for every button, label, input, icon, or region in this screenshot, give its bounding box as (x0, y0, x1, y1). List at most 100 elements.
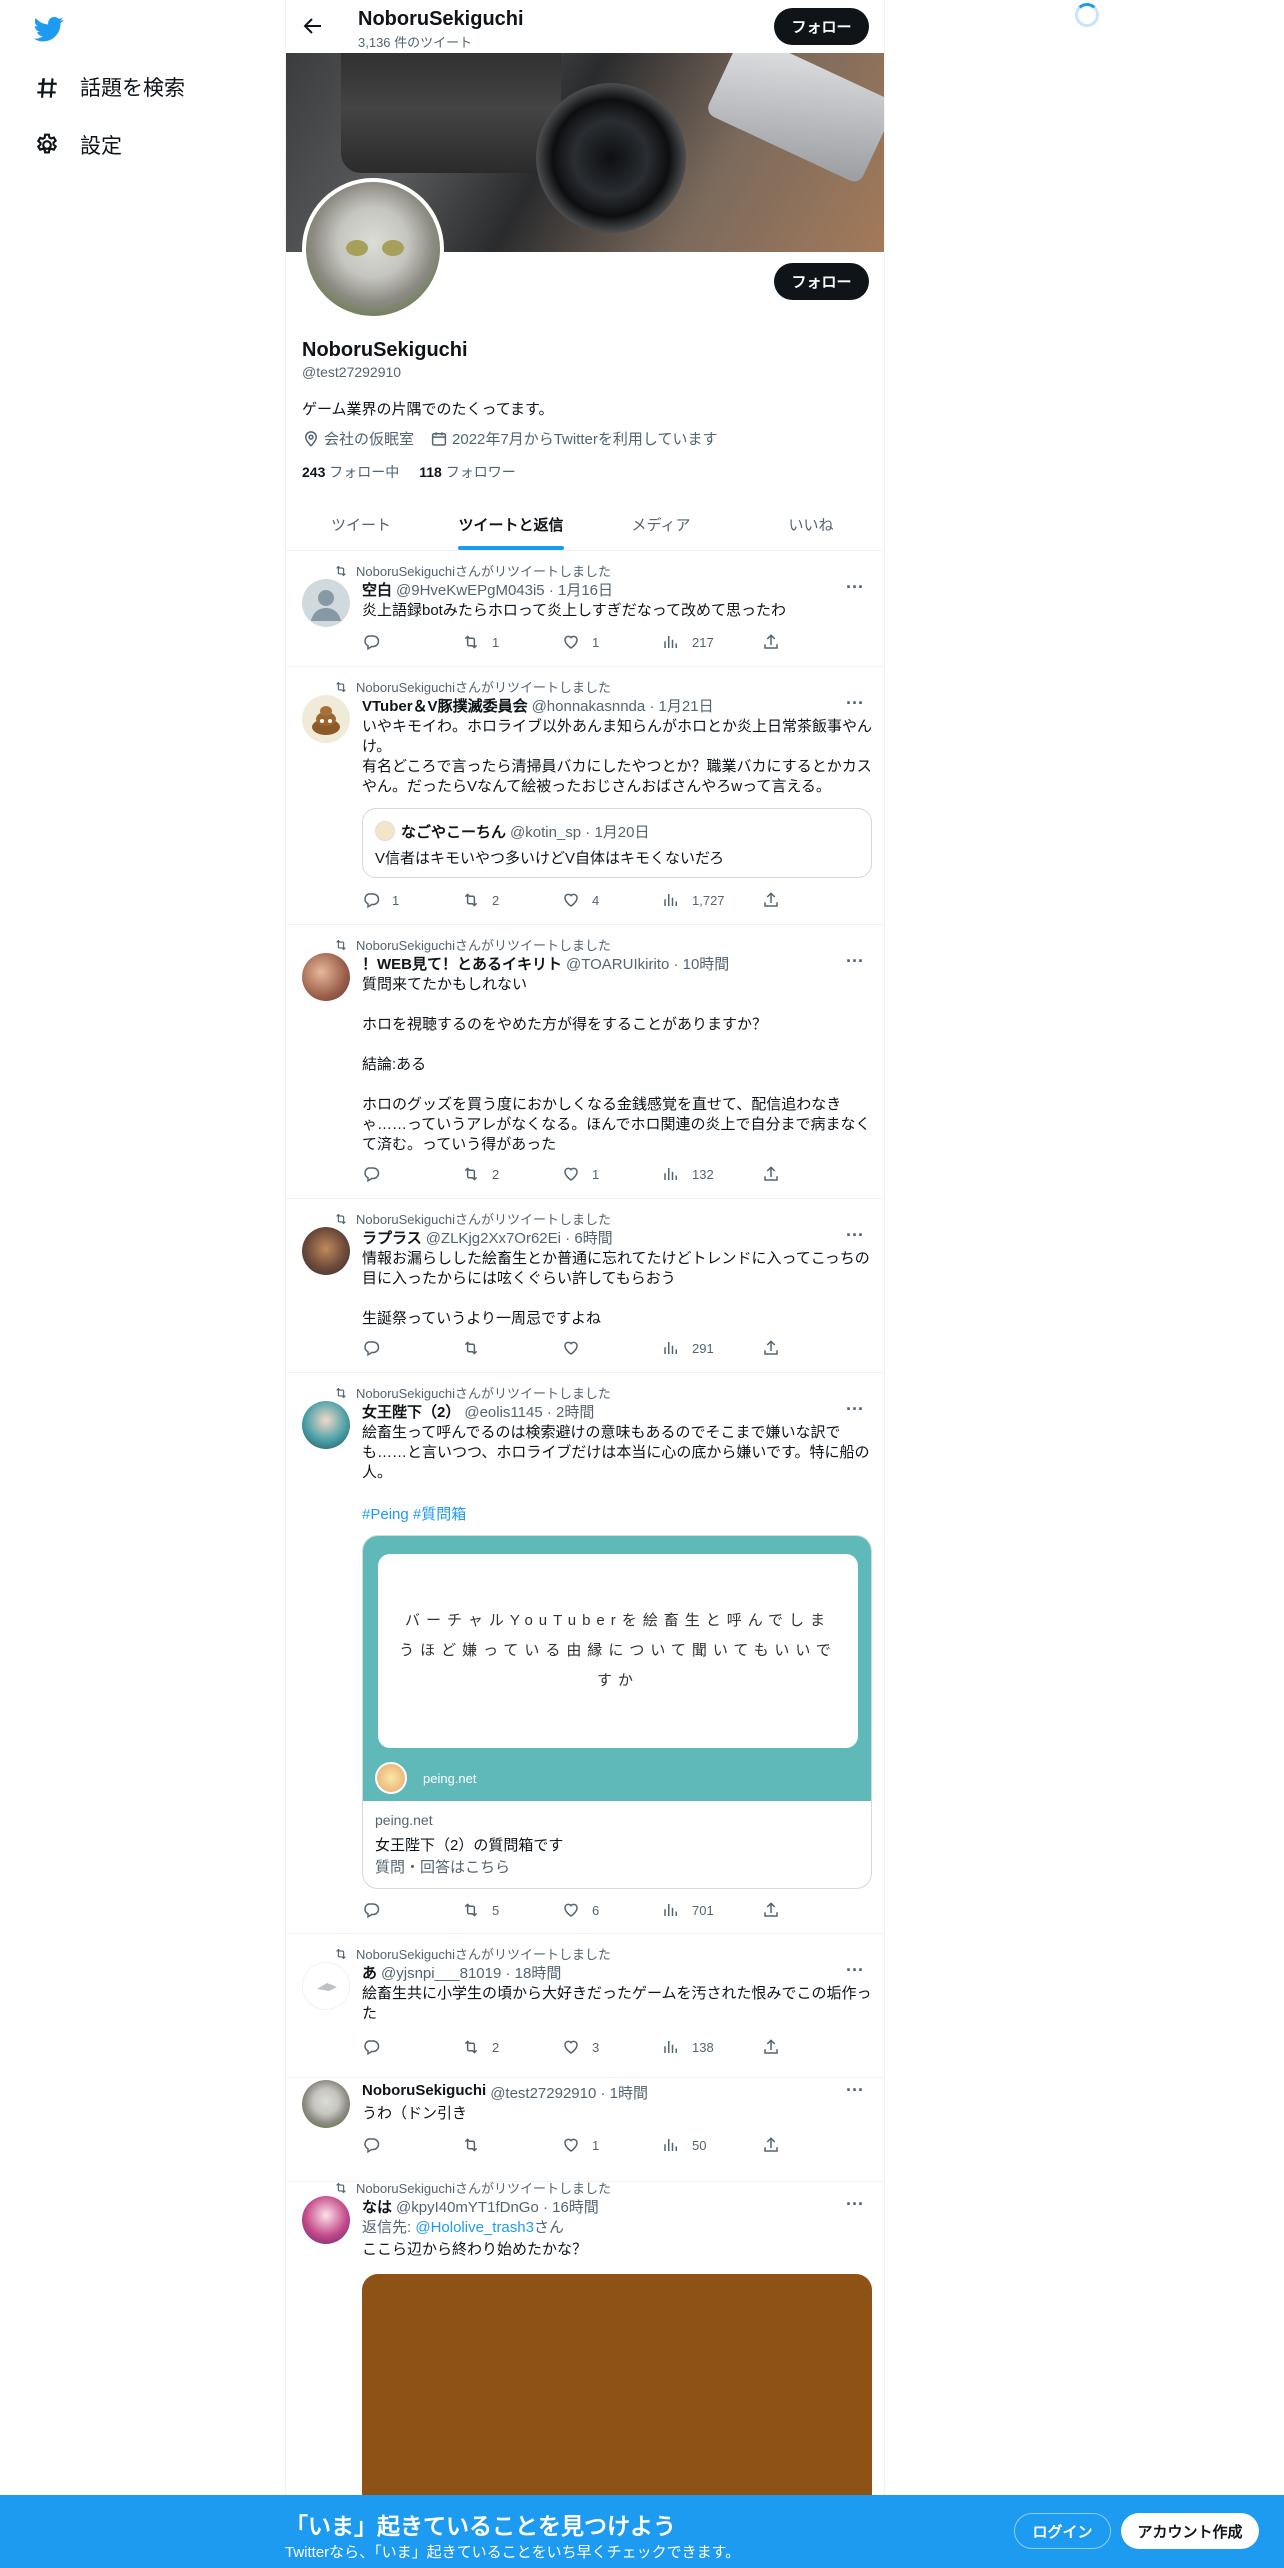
quote-avatar (375, 821, 395, 841)
like-button[interactable]: 1 (562, 1165, 662, 1183)
tweet[interactable]: NoboruSekiguchiさんがリツイートしました ラプラス @ZLKjg2X… (286, 1199, 884, 1373)
more-icon[interactable]: ··· (846, 951, 868, 973)
tab-tweets[interactable]: ツイート (286, 498, 436, 550)
reply-button[interactable] (362, 1165, 462, 1183)
views-button[interactable]: 1,727 (662, 891, 762, 909)
profile-avatar[interactable] (302, 178, 444, 320)
reply-button[interactable]: 1 (362, 891, 462, 909)
header-follow-button[interactable]: フォロー (774, 8, 869, 45)
sidebar-item-settings[interactable]: 設定 (34, 130, 122, 160)
reply-button[interactable] (362, 633, 462, 651)
tweet-text: 絵畜生共に小学生の頃から大好きだったゲームを汚された恨みでこの垢作った (362, 1985, 872, 2022)
reply-button[interactable] (362, 1901, 462, 1919)
twitter-bird-icon[interactable] (33, 14, 65, 44)
tweet-avatar[interactable] (302, 695, 350, 743)
tweet-actions: 1 2 4 1,727 (362, 891, 802, 909)
tweet-actions: 2 1 132 (362, 1165, 802, 1183)
tweet-avatar[interactable] (302, 1401, 350, 1449)
follow-button[interactable]: フォロー (774, 263, 869, 300)
tweet-avatar[interactable] (302, 579, 350, 627)
card-image: バーチャルYouTuberを絵畜生と呼んでしまうほど嫌っている由縁について聞いて… (363, 1536, 871, 1801)
retweet-line: NoboruSekiguchiさんがリツイートしました (334, 1209, 611, 1228)
like-button[interactable]: 1 (562, 633, 662, 651)
retweet-button[interactable]: 5 (462, 1901, 562, 1919)
more-icon[interactable]: ··· (846, 577, 868, 599)
tweet-avatar[interactable] (302, 2196, 350, 2244)
loading-spinner-icon (1075, 3, 1099, 27)
reply-button[interactable] (362, 1339, 462, 1357)
share-button[interactable] (762, 1339, 802, 1357)
share-button[interactable] (762, 1165, 802, 1183)
like-button[interactable]: 4 (562, 891, 662, 909)
tweet-avatar[interactable] (302, 953, 350, 1001)
followers-link[interactable]: 118 フォロワー (419, 462, 515, 482)
card-site-badge: peing.net (375, 1762, 477, 1794)
share-button[interactable] (762, 1901, 802, 1919)
like-button[interactable]: 6 (562, 1901, 662, 1919)
profile-header-bar: NoboruSekiguchi 3,136 件のツイート フォロー (286, 0, 884, 53)
more-icon[interactable]: ··· (846, 1960, 868, 1982)
retweet-button[interactable]: 1 (462, 633, 562, 651)
quoted-tweet[interactable]: なごやこーちん @kotin_sp · 1月20日 V信者はキモいやつ多いけどV自… (362, 808, 872, 878)
location-pin-icon (304, 430, 318, 447)
profile-meta: 会社の仮眠室 2022年7月からTwitterを利用しています (302, 428, 717, 449)
views-chart-icon (664, 2139, 677, 2151)
link-card[interactable]: バーチャルYouTuberを絵畜生と呼んでしまうほど嫌っている由縁について聞いて… (362, 1535, 872, 1889)
login-button[interactable]: ログイン (1014, 2513, 1111, 2549)
tweet[interactable]: NoboruSekiguchiさんがリツイートしました ！WEB見て！とあるイキ… (286, 925, 884, 1199)
views-button[interactable]: 138 (662, 2038, 762, 2056)
tab-media[interactable]: メディア (586, 498, 736, 550)
views-button[interactable]: 291 (662, 1339, 762, 1357)
tweet-text: ここら辺から終わり始めたかな？ (362, 2241, 588, 2258)
retweet-button[interactable]: 2 (462, 2038, 562, 2056)
create-account-button[interactable]: アカウント作成 (1121, 2513, 1259, 2549)
main-column: NoboruSekiguchi 3,136 件のツイート フォロー フォロー N… (285, 0, 885, 2568)
card-image-text: バーチャルYouTuberを絵畜生と呼んでしまうほど嫌っている由縁について聞いて… (378, 1554, 858, 1748)
reply-icon (364, 1903, 380, 1919)
tweet-hashtags[interactable]: #Peing #質問箱 (362, 1503, 466, 1524)
tab-tweets-and-replies[interactable]: ツイートと返信 (436, 498, 586, 550)
share-button[interactable] (762, 891, 802, 909)
tweet-header: なは @kpyI40mYT1fDnGo · 16時間 (362, 2199, 599, 2216)
share-button[interactable] (762, 2136, 802, 2154)
sidebar-item-explore[interactable]: 話題を検索 (34, 72, 185, 102)
like-button[interactable]: 1 (562, 2136, 662, 2154)
tweet-actions: 5 6 701 (362, 1901, 802, 1919)
more-icon[interactable]: ··· (846, 2194, 868, 2216)
reply-to-link[interactable]: @Hololive_trash3 (415, 2219, 534, 2236)
tweet[interactable]: NoboruSekiguchiさんがリツイートしました あ @yjsnpi___8… (286, 1934, 884, 2078)
more-icon[interactable]: ··· (846, 1399, 868, 1421)
tweet[interactable]: NoboruSekiguchiさんがリツイートしました 女王陛下（2） @eoli… (286, 1373, 884, 1934)
back-arrow-icon[interactable] (300, 14, 324, 38)
tweet-avatar[interactable] (302, 1227, 350, 1275)
more-icon[interactable]: ··· (846, 693, 868, 715)
retweet-button[interactable]: 2 (462, 1165, 562, 1183)
reply-button[interactable] (362, 2136, 462, 2154)
views-button[interactable]: 50 (662, 2136, 762, 2154)
views-button[interactable]: 701 (662, 1901, 762, 1919)
share-icon (764, 1902, 778, 1917)
retweet-button[interactable]: 2 (462, 891, 562, 909)
retweet-button[interactable] (462, 1339, 562, 1357)
reply-button[interactable] (362, 2038, 462, 2056)
retweet-button[interactable] (462, 2136, 562, 2154)
like-button[interactable] (562, 1339, 662, 1357)
tweet[interactable]: NoboruSekiguchi @test27292910 · 1時間 ··· う… (286, 2078, 884, 2182)
header-profile-name: NoboruSekiguchi (358, 8, 524, 30)
views-button[interactable]: 132 (662, 1165, 762, 1183)
tweet-avatar[interactable] (302, 2080, 350, 2128)
signup-banner-title: 「いま」起きていることを見つけよう (285, 2513, 676, 2539)
share-button[interactable] (762, 633, 802, 651)
following-link[interactable]: 243 フォロー中 (302, 462, 399, 482)
tweet[interactable]: NoboruSekiguchiさんがリツイートしました 空白 @9HveKwEPg… (286, 551, 884, 667)
tab-likes[interactable]: いいね (736, 498, 884, 550)
hashtag-icon (37, 78, 57, 98)
like-button[interactable]: 3 (562, 2038, 662, 2056)
more-icon[interactable]: ··· (846, 1225, 868, 1247)
views-button[interactable]: 217 (662, 633, 762, 651)
tweet-avatar[interactable] (302, 1962, 350, 2010)
quote-text: V信者はキモいやつ多いけどV自体はキモくないだろ (375, 850, 725, 867)
more-icon[interactable]: ··· (846, 2080, 868, 2102)
tweet[interactable]: NoboruSekiguchiさんがリツイートしました VTuber＆V豚撲滅委… (286, 667, 884, 925)
share-button[interactable] (762, 2038, 802, 2056)
